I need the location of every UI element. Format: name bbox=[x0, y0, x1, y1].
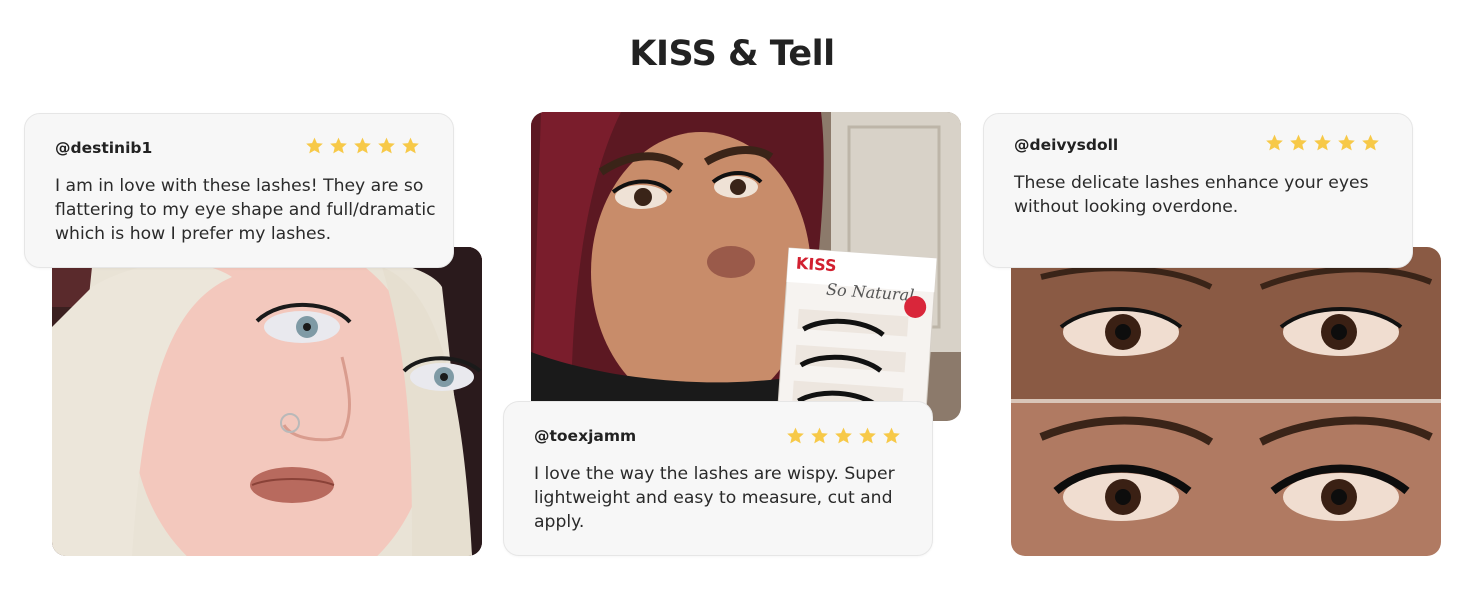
package-brand-text: KISS bbox=[795, 254, 837, 276]
page-title: KISS & Tell bbox=[629, 34, 835, 74]
reviewer-handle: @deivysdoll bbox=[1014, 136, 1119, 154]
star-icon bbox=[354, 137, 371, 154]
star-icon bbox=[402, 137, 419, 154]
star-icon bbox=[883, 427, 900, 444]
star-icon bbox=[859, 427, 876, 444]
star-icon bbox=[1266, 134, 1283, 151]
review-card-3: @deivysdoll These delicate lashes enhanc… bbox=[983, 113, 1413, 268]
star-icon bbox=[811, 427, 828, 444]
star-icon bbox=[1338, 134, 1355, 151]
customer-photo-2: KISS So Natural bbox=[531, 112, 961, 421]
star-icon bbox=[835, 427, 852, 444]
star-rating bbox=[1264, 133, 1381, 153]
review-text: These delicate lashes enhance your eyes … bbox=[1014, 173, 1369, 217]
star-icon bbox=[1314, 134, 1331, 151]
star-icon bbox=[306, 137, 323, 154]
review-card-2: @toexjamm I love the way the lashes are … bbox=[503, 401, 933, 556]
review-text: I love the way the lashes are wispy. Sup… bbox=[534, 464, 895, 532]
reviewer-handle: @destinib1 bbox=[55, 139, 153, 157]
star-rating bbox=[304, 136, 421, 156]
review-text: I am in love with these lashes! They are… bbox=[55, 176, 436, 244]
review-card-1: @destinib1 I am in love with these lashe… bbox=[24, 113, 454, 268]
customer-photo-1 bbox=[52, 247, 482, 556]
star-icon bbox=[787, 427, 804, 444]
star-icon bbox=[330, 137, 347, 154]
star-icon bbox=[1362, 134, 1379, 151]
star-rating bbox=[785, 426, 902, 446]
reviewer-handle: @toexjamm bbox=[534, 427, 637, 445]
star-icon bbox=[1290, 134, 1307, 151]
star-icon bbox=[378, 137, 395, 154]
customer-photo-3 bbox=[1011, 247, 1441, 556]
